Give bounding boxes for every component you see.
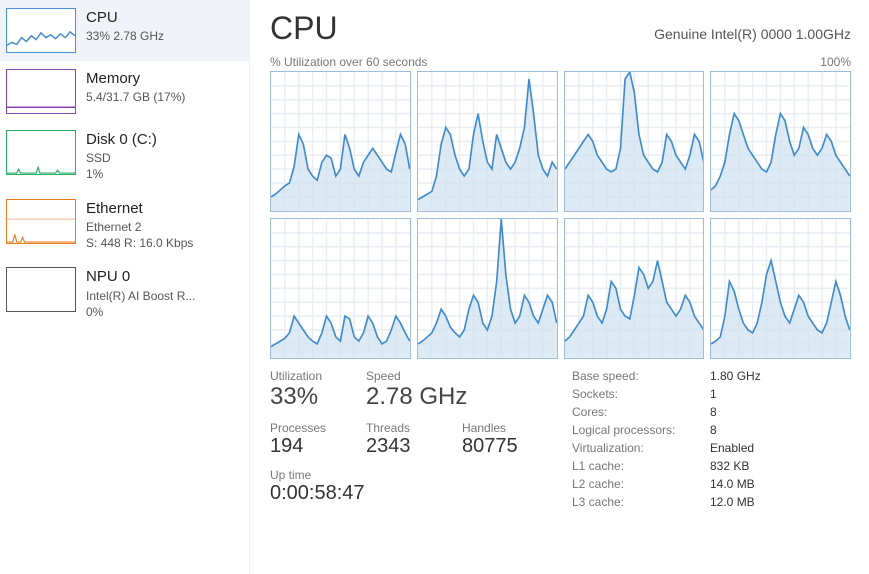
sidebar-sub2: 1% (86, 166, 157, 182)
sidebar-text: NPU 0 Intel(R) AI Boost R... 0% (86, 267, 195, 320)
sidebar-sub: Ethernet 2 (86, 219, 193, 235)
info-val: 832 KB (710, 459, 800, 473)
disk-thumb-chart (6, 130, 76, 175)
stat-label: Threads (366, 421, 436, 435)
header: CPU Genuine Intel(R) 0000 1.00GHz (270, 10, 851, 47)
sidebar-item-cpu[interactable]: CPU 33% 2.78 GHz (0, 0, 249, 61)
stat-utilization: Utilization 33% (270, 369, 340, 411)
ethernet-thumb-chart (6, 199, 76, 244)
sidebar-item-npu0[interactable]: NPU 0 Intel(R) AI Boost R... 0% (0, 259, 249, 328)
sidebar-item-memory[interactable]: Memory 5.4/31.7 GB (17%) (0, 61, 249, 122)
info-val: 1 (710, 387, 800, 401)
core-chart-0 (270, 71, 411, 212)
sidebar-title: CPU (86, 8, 164, 28)
memory-thumb-chart (6, 69, 76, 114)
core-chart-grid (270, 71, 851, 351)
sidebar-text: Ethernet Ethernet 2 S: 448 R: 16.0 Kbps (86, 199, 193, 252)
info-val: 8 (710, 423, 800, 437)
stat-value: 2.78 GHz (366, 383, 467, 411)
processor-name: Genuine Intel(R) 0000 1.00GHz (654, 26, 851, 42)
stat-label: Handles (462, 421, 532, 435)
info-val: 12.0 MB (710, 495, 800, 509)
sidebar-sub2: 0% (86, 304, 195, 320)
info-key: Logical processors: (572, 423, 702, 437)
info-key: L3 cache: (572, 495, 702, 509)
npu-thumb-chart (6, 267, 76, 312)
core-chart-1 (417, 71, 558, 212)
stat-label: Processes (270, 421, 340, 435)
stats-section: Utilization 33% Speed 2.78 GHz Processes… (270, 369, 851, 509)
core-chart-7 (710, 218, 851, 359)
stat-value: 2343 (366, 435, 436, 458)
sidebar-title: Disk 0 (C:) (86, 130, 157, 150)
sidebar-sub: Intel(R) AI Boost R... (86, 288, 195, 304)
info-key: L2 cache: (572, 477, 702, 491)
info-val: Enabled (710, 441, 800, 455)
sidebar-sub: SSD (86, 150, 157, 166)
info-val: 14.0 MB (710, 477, 800, 491)
main-panel: CPU Genuine Intel(R) 0000 1.00GHz % Util… (250, 0, 869, 574)
chart-y-label: % Utilization over 60 seconds (270, 55, 427, 69)
info-key: L1 cache: (572, 459, 702, 473)
stat-label: Utilization (270, 369, 340, 383)
info-val: 1.80 GHz (710, 369, 800, 383)
chart-axis-row: % Utilization over 60 seconds 100% (270, 55, 851, 69)
stat-uptime: Up time 0:00:58:47 (270, 468, 365, 505)
cpu-thumb-chart (6, 8, 76, 53)
stat-value: 0:00:58:47 (270, 482, 365, 505)
sidebar-text: CPU 33% 2.78 GHz (86, 8, 164, 44)
core-chart-6 (564, 218, 705, 359)
stat-processes: Processes 194 (270, 421, 340, 458)
sidebar-item-disk0[interactable]: Disk 0 (C:) SSD 1% (0, 122, 249, 191)
sidebar-title: Memory (86, 69, 185, 89)
stat-threads: Threads 2343 (366, 421, 436, 458)
sidebar: CPU 33% 2.78 GHz Memory 5.4/31.7 GB (17%… (0, 0, 250, 574)
sidebar-sub: 5.4/31.7 GB (17%) (86, 89, 185, 105)
chart-y-max: 100% (820, 55, 851, 69)
stat-value: 194 (270, 435, 340, 458)
info-val: 8 (710, 405, 800, 419)
info-key: Cores: (572, 405, 702, 419)
stat-value: 33% (270, 383, 340, 411)
info-key: Sockets: (572, 387, 702, 401)
core-chart-2 (564, 71, 705, 212)
sidebar-item-ethernet[interactable]: Ethernet Ethernet 2 S: 448 R: 16.0 Kbps (0, 191, 249, 260)
core-chart-4 (270, 218, 411, 359)
sidebar-text: Disk 0 (C:) SSD 1% (86, 130, 157, 183)
info-key: Base speed: (572, 369, 702, 383)
stat-value: 80775 (462, 435, 532, 458)
stat-speed: Speed 2.78 GHz (366, 369, 467, 411)
core-chart-5 (417, 218, 558, 359)
sidebar-title: Ethernet (86, 199, 193, 219)
stat-handles: Handles 80775 (462, 421, 532, 458)
page-title: CPU (270, 10, 338, 47)
sidebar-text: Memory 5.4/31.7 GB (17%) (86, 69, 185, 105)
stats-left: Utilization 33% Speed 2.78 GHz Processes… (270, 369, 532, 509)
stat-label: Speed (366, 369, 467, 383)
info-key: Virtualization: (572, 441, 702, 455)
stats-right: Base speed: 1.80 GHz Sockets: 1 Cores: 8 Lo… (572, 369, 800, 509)
sidebar-sub2: S: 448 R: 16.0 Kbps (86, 235, 193, 251)
sidebar-sub: 33% 2.78 GHz (86, 28, 164, 44)
sidebar-title: NPU 0 (86, 267, 195, 287)
stat-label: Up time (270, 468, 365, 482)
core-chart-3 (710, 71, 851, 212)
